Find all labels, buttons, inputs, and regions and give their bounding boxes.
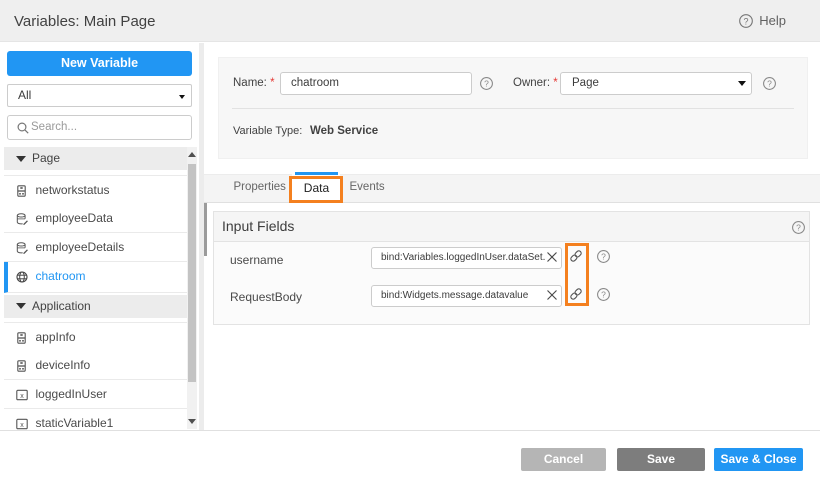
svg-text:?: ?	[796, 223, 801, 233]
svg-text:?: ?	[601, 290, 606, 300]
svg-text:?: ?	[484, 78, 489, 88]
svg-text:?: ?	[767, 78, 772, 88]
svg-text:x: x	[20, 423, 24, 430]
svg-text:?: ?	[601, 252, 606, 262]
svg-text:?: ?	[744, 16, 749, 26]
svg-text:x: x	[20, 393, 24, 400]
